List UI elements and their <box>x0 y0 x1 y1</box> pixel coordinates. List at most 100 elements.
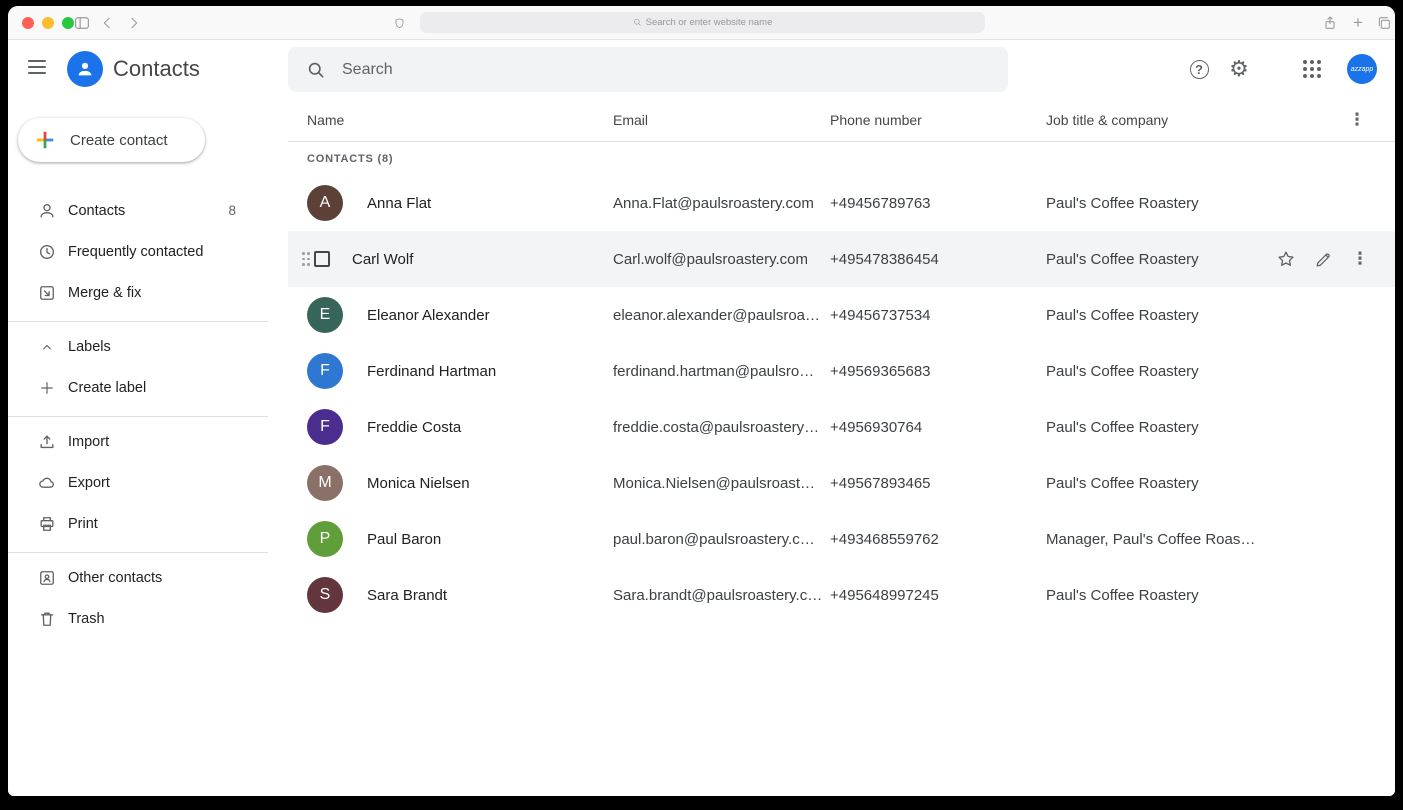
shield-icon <box>389 13 409 33</box>
contact-job: Paul's Coffee Roastery <box>1046 587 1255 604</box>
search-icon <box>306 60 326 80</box>
tabs-overview-icon[interactable] <box>1374 13 1394 33</box>
sidebar: Create contact Contacts 8 Frequently con… <box>8 98 288 796</box>
account-avatar[interactable]: azzapp <box>1347 54 1377 84</box>
contact-email: Sara.brandt@paulsroastery.c… <box>613 587 830 604</box>
browser-window: Search or enter website name Contacts <box>8 6 1395 796</box>
avatar[interactable]: A <box>307 185 343 221</box>
create-contact-label: Create contact <box>70 132 168 149</box>
avatar[interactable]: F <box>307 353 343 389</box>
contacts-section-label: Contacts (8) <box>288 142 1395 175</box>
plus-icon <box>36 377 57 398</box>
sidebar-item-print[interactable]: Print <box>8 503 268 544</box>
contact-phone: +49569365683 <box>830 363 1046 380</box>
table-row[interactable]: M Monica Nielsen Monica.Nielsen@paulsroa… <box>288 455 1395 511</box>
contact-name: Monica Nielsen <box>367 475 470 492</box>
table-row[interactable]: P Paul Baron paul.baron@paulsroastery.c…… <box>288 511 1395 567</box>
sidebar-item-other-contacts[interactable]: Other contacts <box>8 557 268 598</box>
sidebar-item-create-label[interactable]: Create label <box>8 367 268 408</box>
trash-icon <box>36 608 57 629</box>
sidebar-item-label: Other contacts <box>68 570 162 586</box>
settings-gear-icon[interactable] <box>1219 49 1259 89</box>
avatar[interactable]: F <box>307 409 343 445</box>
close-window-button[interactable] <box>22 17 34 29</box>
drag-handle-icon[interactable] <box>302 252 310 266</box>
contact-email: ferdinand.hartman@paulsro… <box>613 363 830 380</box>
sidebar-item-label: Import <box>68 434 109 450</box>
contact-job: Paul's Coffee Roastery <box>1046 251 1255 268</box>
sidebar-item-label: Merge & fix <box>68 285 141 301</box>
sidebar-item-import[interactable]: Import <box>8 421 268 462</box>
contact-job: Paul's Coffee Roastery <box>1046 419 1255 436</box>
contact-email: eleanor.alexander@paulsroa… <box>613 307 830 324</box>
sidebar-item-export[interactable]: Export <box>8 462 268 503</box>
search-bar[interactable] <box>288 47 1008 92</box>
avatar[interactable]: M <box>307 465 343 501</box>
contact-job: Paul's Coffee Roastery <box>1046 475 1255 492</box>
main-menu-icon[interactable] <box>28 60 46 74</box>
contact-phone: +495648997245 <box>830 587 1046 604</box>
person-icon <box>36 200 57 221</box>
contact-phone: +49456789763 <box>830 195 1046 212</box>
sidebar-item-contacts[interactable]: Contacts 8 <box>8 190 288 231</box>
google-contacts-app: Contacts azzapp <box>8 40 1395 796</box>
address-bar[interactable]: Search or enter website name <box>420 12 985 33</box>
other-contacts-icon <box>36 567 57 588</box>
sidebar-labels-header[interactable]: Labels <box>8 326 268 367</box>
contact-name: Eleanor Alexander <box>367 307 490 324</box>
new-tab-icon[interactable] <box>1348 13 1368 33</box>
column-header-email: Email <box>613 112 830 128</box>
address-placeholder: Search or enter website name <box>646 17 773 28</box>
contact-email: freddie.costa@paulsroastery… <box>613 419 830 436</box>
contact-email: Monica.Nielsen@paulsroast… <box>613 475 830 492</box>
table-row[interactable]: S Sara Brandt Sara.brandt@paulsroastery.… <box>288 567 1395 623</box>
table-row[interactable]: A Anna Flat Anna.Flat@paulsroastery.com … <box>288 175 1395 231</box>
row-checkbox[interactable] <box>314 251 330 267</box>
sidebar-item-label: Print <box>68 516 98 532</box>
app-header: Contacts azzapp <box>8 40 1395 98</box>
share-icon[interactable] <box>1320 13 1340 33</box>
contact-job: Paul's Coffee Roastery <box>1046 363 1255 380</box>
edit-pencil-icon[interactable] <box>1311 247 1335 271</box>
avatar[interactable]: S <box>307 577 343 613</box>
back-icon[interactable] <box>97 13 117 33</box>
contact-name: Freddie Costa <box>367 419 461 436</box>
contacts-table: Name Email Phone number Job title & comp… <box>288 98 1395 796</box>
contact-email: paul.baron@paulsroastery.c… <box>613 531 830 548</box>
column-header-name: Name <box>288 112 613 128</box>
table-row-hovered[interactable]: Carl Wolf Carl.wolf@paulsroastery.com +4… <box>288 231 1395 287</box>
import-icon <box>36 431 57 452</box>
table-options-kebab-icon[interactable] <box>1345 108 1369 132</box>
sidebar-item-frequently-contacted[interactable]: Frequently contacted <box>8 231 288 272</box>
sidebar-section-main: Contacts 8 Frequently contacted Merge & … <box>8 186 288 317</box>
create-contact-button[interactable]: Create contact <box>18 118 205 162</box>
table-header-row: Name Email Phone number Job title & comp… <box>288 98 1395 142</box>
forward-icon[interactable] <box>124 13 144 33</box>
google-apps-icon[interactable] <box>1303 60 1321 78</box>
help-icon[interactable] <box>1179 49 1219 89</box>
chevron-up-icon <box>36 336 57 357</box>
contact-phone: +49456737534 <box>830 307 1046 324</box>
sidebar-section-labels: Labels Create label <box>8 321 268 412</box>
contacts-logo-icon[interactable] <box>67 51 103 87</box>
sidebar-item-trash[interactable]: Trash <box>8 598 268 639</box>
minimize-window-button[interactable] <box>42 17 54 29</box>
sidebar-item-label: Contacts <box>68 203 125 219</box>
sidebar-item-merge-fix[interactable]: Merge & fix <box>8 272 288 313</box>
search-input[interactable] <box>342 61 990 79</box>
table-row[interactable]: F Freddie Costa freddie.costa@paulsroast… <box>288 399 1395 455</box>
contact-phone: +4956930764 <box>830 419 1046 436</box>
browser-chrome: Search or enter website name <box>8 6 1395 40</box>
avatar[interactable]: E <box>307 297 343 333</box>
contacts-count: 8 <box>228 203 288 218</box>
browser-sidebar-icon[interactable] <box>72 13 92 33</box>
account-avatar-label: azzapp <box>1351 66 1374 73</box>
merge-fix-icon <box>36 282 57 303</box>
row-options-kebab-icon[interactable] <box>1348 247 1372 271</box>
table-row[interactable]: F Ferdinand Hartman ferdinand.hartman@pa… <box>288 343 1395 399</box>
contact-job: Paul's Coffee Roastery <box>1046 307 1255 324</box>
star-icon[interactable] <box>1274 247 1298 271</box>
table-row[interactable]: E Eleanor Alexander eleanor.alexander@pa… <box>288 287 1395 343</box>
avatar[interactable]: P <box>307 521 343 557</box>
search-icon <box>633 18 642 27</box>
